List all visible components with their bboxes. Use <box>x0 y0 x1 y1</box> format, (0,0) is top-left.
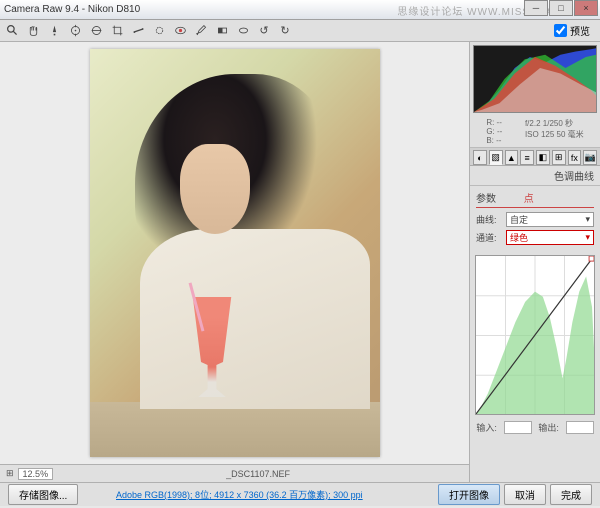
cancel-button[interactable]: 取消 <box>504 484 546 505</box>
curve-select[interactable]: 自定▾ <box>506 212 594 227</box>
maximize-button[interactable]: □ <box>549 0 573 16</box>
tab-detail[interactable]: ▲ <box>505 150 519 165</box>
radial-tool-icon[interactable] <box>235 23 251 39</box>
curve-label: 曲线: <box>476 213 502 226</box>
straighten-tool-icon[interactable] <box>130 23 146 39</box>
section-label: 参数 <box>476 194 496 205</box>
footer: 存储图像... Adobe RGB(1998); 8位; 4912 x 7360… <box>0 482 600 506</box>
whitebalance-tool-icon[interactable] <box>46 23 62 39</box>
histogram[interactable] <box>473 45 597 113</box>
done-button[interactable]: 完成 <box>550 484 592 505</box>
channel-label: 通道: <box>476 231 502 244</box>
tab-lens[interactable]: ⊞ <box>552 150 566 165</box>
open-button[interactable]: 打开图像 <box>438 484 500 505</box>
tab-hsl[interactable]: ≡ <box>520 150 534 165</box>
image-preview[interactable] <box>0 42 469 464</box>
rotate-left-icon[interactable]: ↺ <box>256 23 272 39</box>
tab-cal[interactable]: 📷 <box>583 150 597 165</box>
zoom-tool-icon[interactable] <box>4 23 20 39</box>
gradient-tool-icon[interactable] <box>214 23 230 39</box>
curve-controls: 参数 点 曲线: 自定▾ 通道: 绿色▾ <box>470 186 600 252</box>
rotate-right-icon[interactable]: ↻ <box>277 23 293 39</box>
panel-title: 色调曲线 <box>470 166 600 186</box>
minimize-button[interactable]: ─ <box>524 0 548 16</box>
toolbar: ↺ ↻ 预览 <box>0 20 600 42</box>
preview-toggle[interactable]: 预览 <box>554 23 590 38</box>
point-tab-icon[interactable]: 点 <box>524 194 534 205</box>
hand-tool-icon[interactable] <box>25 23 41 39</box>
input-field[interactable] <box>504 421 532 434</box>
output-field[interactable] <box>566 421 594 434</box>
crop-tool-icon[interactable] <box>109 23 125 39</box>
curve-editor[interactable] <box>475 255 595 415</box>
window-title: Camera Raw 9.4 - Nikon D810 <box>4 4 140 15</box>
redeye-tool-icon[interactable] <box>172 23 188 39</box>
filename-label: _DSC1107.NEF <box>226 469 290 479</box>
colorsampler-tool-icon[interactable] <box>67 23 83 39</box>
main-area: ⊞ 12.5% _DSC1107.NEF R: -- G: -- B: -- f… <box>0 42 600 482</box>
save-button[interactable]: 存储图像... <box>8 484 78 505</box>
preview-area: ⊞ 12.5% _DSC1107.NEF <box>0 42 470 482</box>
targeted-tool-icon[interactable] <box>88 23 104 39</box>
preview-checkbox[interactable] <box>554 24 567 37</box>
tab-basic[interactable]: ◐ <box>473 150 487 165</box>
chevron-down-icon: ▾ <box>585 214 590 225</box>
tab-fx[interactable]: fx <box>568 150 582 165</box>
brush-tool-icon[interactable] <box>193 23 209 39</box>
chevron-down-icon: ▾ <box>585 232 590 243</box>
tab-split[interactable]: ◧ <box>536 150 550 165</box>
tab-curve[interactable]: ▧ <box>489 150 503 165</box>
right-panel: R: -- G: -- B: -- f/2.2 1/250 秒 ISO 125 … <box>470 42 600 482</box>
workflow-link[interactable]: Adobe RGB(1998); 8位; 4912 x 7360 (36.2 百… <box>116 488 363 501</box>
panel-tabs: ◐ ▧ ▲ ≡ ◧ ⊞ fx 📷 <box>470 148 600 166</box>
titlebar: Camera Raw 9.4 - Nikon D810 思缘设计论坛 WWW.M… <box>0 0 600 20</box>
close-button[interactable]: × <box>574 0 598 16</box>
photo-canvas <box>90 49 380 457</box>
window-controls: ─ □ × <box>523 0 598 16</box>
zoom-level[interactable]: 12.5% <box>18 468 54 480</box>
exif-info: R: -- G: -- B: -- f/2.2 1/250 秒 ISO 125 … <box>470 116 600 148</box>
status-bar: ⊞ 12.5% _DSC1107.NEF <box>0 464 469 482</box>
spot-tool-icon[interactable] <box>151 23 167 39</box>
io-values: 输入: 输出: <box>470 418 600 437</box>
channel-select[interactable]: 绿色▾ <box>506 230 594 245</box>
